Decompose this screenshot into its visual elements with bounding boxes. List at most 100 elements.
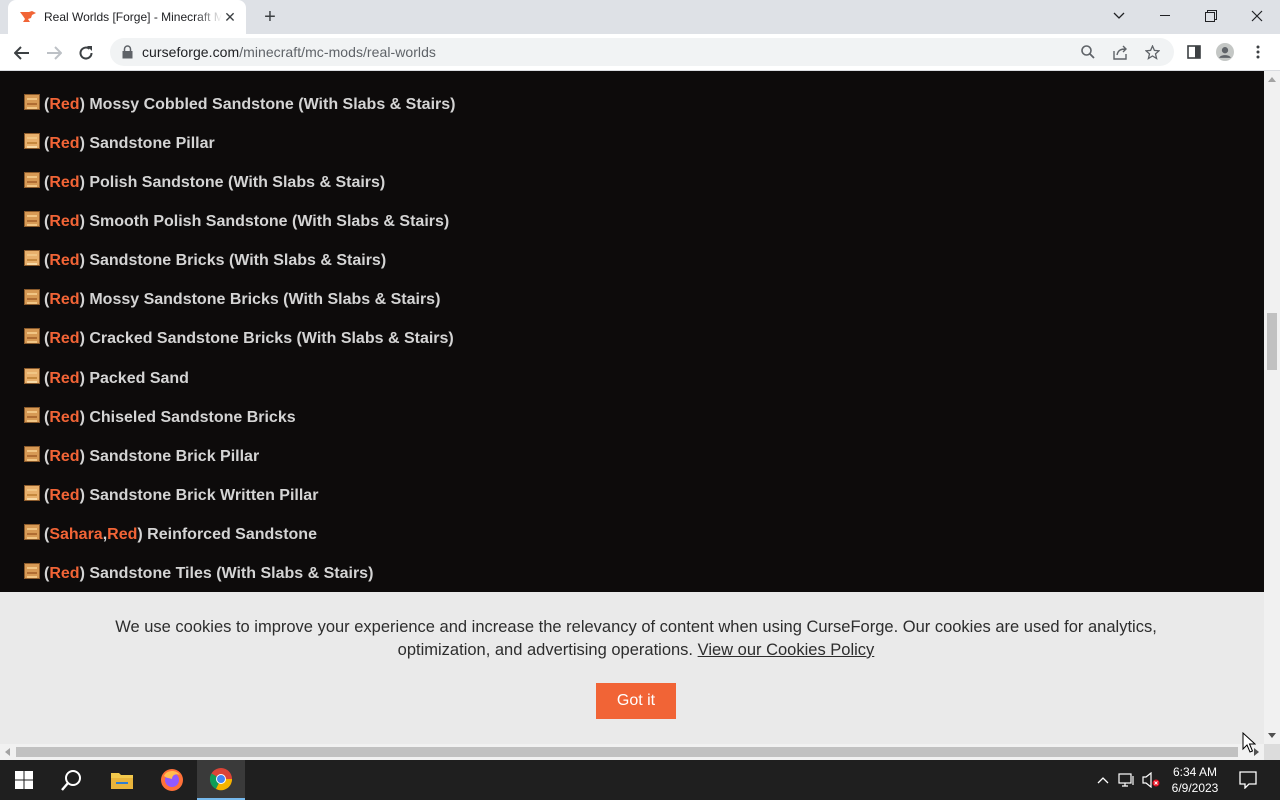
biome-tag: Red [49,330,80,348]
clock-date: 6/9/2023 [1171,781,1219,795]
sandstone-block-icon [24,445,40,462]
biome-tag: Red [49,291,80,309]
network-icon[interactable] [1117,770,1137,790]
url-host: curseforge.com [142,44,240,60]
block-name: Mossy Cobbled Sandstone (With Slabs & St… [84,95,456,113]
tab-title: Real Worlds [Forge] - Minecraft Mods - C… [44,10,222,24]
horizontal-scroll-thumb[interactable] [16,747,1238,757]
windows-start-icon[interactable] [0,760,48,800]
sandstone-block-icon [24,484,40,501]
list-item: (Sahara, Red) Reinforced Sandstone [24,516,455,555]
back-icon[interactable] [8,39,36,67]
block-name: Cracked Sandstone Bricks (With Slabs & S… [84,330,454,348]
scroll-left-icon[interactable] [5,748,10,756]
biome-tag: Red [49,447,80,465]
sandstone-block-icon [24,328,40,345]
browser-tab[interactable]: Real Worlds [Forge] - Minecraft Mods - C… [8,0,246,34]
new-tab-button[interactable]: + [258,5,282,29]
curseforge-icon [20,9,36,25]
cookies-policy-link[interactable]: View our Cookies Policy [698,641,875,659]
profile-avatar-icon[interactable] [1216,43,1234,61]
chrome-icon[interactable] [197,760,245,800]
sandstone-block-icon [24,563,40,580]
list-item: (Red) Mossy Sandstone Bricks (With Slabs… [24,281,455,320]
close-tab-icon[interactable]: ✕ [222,9,238,25]
biome-tag: Red [49,486,80,504]
firefox-icon[interactable] [148,760,196,800]
vertical-scroll-thumb[interactable] [1267,313,1277,370]
browser-titlebar: Real Worlds [Forge] - Minecraft Mods - C… [0,0,1280,34]
sandstone-block-icon [24,289,40,306]
block-name: Polish Sandstone (With Slabs & Stairs) [84,173,386,191]
scrollbar-corner [1264,744,1280,760]
block-name: Sandstone Tiles (With Slabs & Stairs) [84,565,374,583]
biome-tag: Red [49,565,80,583]
list-item: (Red) Sandstone Bricks (With Slabs & Sta… [24,242,455,281]
zoom-search-icon[interactable] [1080,44,1096,60]
bookmark-star-icon[interactable] [1144,44,1160,60]
vertical-scrollbar[interactable] [1264,71,1280,744]
file-explorer-icon[interactable] [98,760,146,800]
block-name: Chiseled Sandstone Bricks [84,408,296,426]
search-icon[interactable] [48,760,96,800]
list-item: (Red) Sandstone Pillar [24,124,455,163]
list-item: (Red) Polish Sandstone (With Slabs & Sta… [24,163,455,202]
scroll-down-icon[interactable] [1268,733,1276,738]
share-icon[interactable] [1112,44,1128,60]
biome-tag: Red [49,408,80,426]
list-item: (Red) Packed Sand [24,359,455,398]
block-name: Sandstone Bricks (With Slabs & Stairs) [84,252,387,270]
close-window-icon[interactable] [1234,0,1280,32]
lock-icon[interactable] [122,45,134,59]
address-bar[interactable]: curseforge.com/minecraft/mc-mods/real-wo… [110,38,1174,66]
windows-taskbar: 6:34 AM 6/9/2023 [0,760,1280,800]
minimize-icon[interactable] [1142,0,1188,32]
restore-icon[interactable] [1188,0,1234,32]
sandstone-block-icon [24,524,40,541]
system-clock[interactable]: 6:34 AM 6/9/2023 [1160,764,1230,796]
biome-tag: Red [49,173,80,191]
side-panel-icon[interactable] [1185,43,1203,61]
sandstone-block-icon [24,132,40,149]
list-item: (Red) Sandstone Brick Written Pillar [24,476,455,515]
sandstone-block-icon [24,250,40,267]
list-item: (Red) Mossy Cobbled Sandstone (With Slab… [24,85,455,124]
volume-muted-icon[interactable] [1141,770,1161,790]
menu-kebab-icon[interactable] [1249,43,1267,61]
tray-chevron-up-icon[interactable] [1093,770,1113,790]
block-name: Sandstone Pillar [84,134,215,152]
tab-search-icon[interactable] [1096,0,1142,32]
url-text: curseforge.com/minecraft/mc-mods/real-wo… [142,44,436,60]
biome-tag: Red [49,134,80,152]
cookie-banner: We use cookies to improve your experienc… [0,592,1264,744]
list-item: (Red) Chiseled Sandstone Bricks [24,398,455,437]
sandstone-block-icon [24,367,40,384]
scroll-up-icon[interactable] [1268,77,1276,82]
biome-tag: Red [49,95,80,113]
browser-toolbar: curseforge.com/minecraft/mc-mods/real-wo… [0,34,1280,71]
sandstone-block-icon [24,171,40,188]
cookie-message: We use cookies to improve your experienc… [100,616,1172,662]
url-path: /minecraft/mc-mods/real-worlds [239,44,436,60]
list-item: (Red) Smooth Polish Sandstone (With Slab… [24,202,455,241]
block-name: Sandstone Brick Pillar [84,447,260,465]
list-item: (Red) Sandstone Brick Pillar [24,437,455,476]
clock-time: 6:34 AM [1172,765,1218,779]
page-content: (Red) Mossy Cobbled Sandstone (With Slab… [0,71,1264,744]
biome-tag: Red [49,369,80,387]
sandstone-block-icon [24,406,40,423]
biome-tag: Red [49,252,80,270]
biome-tag: Red [107,526,138,544]
list-item: (Red) Sandstone Tiles (With Slabs & Stai… [24,555,455,594]
horizontal-scrollbar[interactable] [0,744,1264,760]
block-name: Smooth Polish Sandstone (With Slabs & St… [84,212,450,230]
block-name: Packed Sand [84,369,189,387]
reload-icon[interactable] [72,39,100,67]
notifications-icon[interactable] [1238,770,1258,790]
block-list: (Red) Mossy Cobbled Sandstone (With Slab… [24,85,455,594]
forward-icon[interactable] [40,39,68,67]
block-name: Reinforced Sandstone [142,526,317,544]
block-name: Mossy Sandstone Bricks (With Slabs & Sta… [84,291,441,309]
sandstone-block-icon [24,93,40,110]
got-it-button[interactable]: Got it [596,683,676,719]
